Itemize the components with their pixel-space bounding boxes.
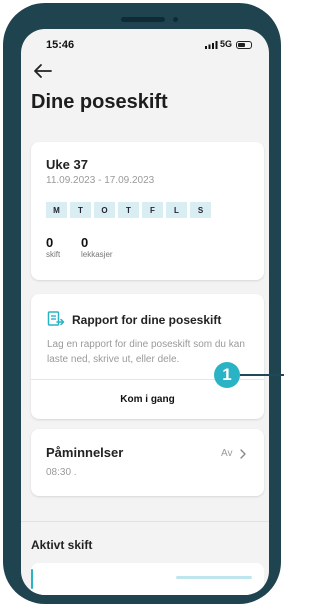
phone-speaker: [121, 17, 165, 22]
day-chip-friday: F: [142, 202, 163, 218]
day-chip-monday: M: [46, 202, 67, 218]
callout-badge: 1: [214, 362, 240, 388]
phone-camera: [173, 17, 178, 22]
network-label: 5G: [220, 39, 233, 49]
leaks-count: 0: [81, 235, 89, 250]
leaks-label: lekkasjer: [81, 250, 113, 259]
section-divider: [21, 521, 269, 522]
chevron-right-icon: [240, 449, 246, 459]
battery-level: [238, 43, 245, 47]
signal-icon: [205, 41, 218, 49]
back-arrow-icon[interactable]: [31, 61, 55, 81]
reminder-status: Av: [221, 448, 233, 459]
day-chip-sunday: S: [190, 202, 211, 218]
shifts-count: 0: [46, 235, 54, 250]
reminder-time: 08:30 .: [46, 467, 77, 478]
report-title: Rapport for dine poseskift: [72, 313, 222, 327]
battery-icon: [236, 41, 252, 49]
shifts-label: skift: [46, 250, 61, 259]
active-shift-bar: [176, 576, 252, 579]
week-title: Uke 37: [46, 157, 88, 172]
shifts-stat: 0 skift: [46, 235, 60, 259]
active-shift-card[interactable]: [31, 563, 264, 595]
status-time: 15:46: [46, 39, 75, 51]
day-row: M T O T F L S: [46, 202, 211, 218]
active-shift-title: Aktivt skift: [31, 538, 93, 552]
leaks-stat: 0 lekkasjer: [81, 235, 113, 259]
status-bar: 15:46 5G: [21, 29, 269, 61]
day-chip-saturday: L: [166, 202, 187, 218]
phone-frame: 15:46 5G Dine poseskift Uke 37 11.09.202…: [3, 3, 281, 604]
week-card[interactable]: Uke 37 11.09.2023 - 17.09.2023 M T O T F…: [31, 142, 264, 280]
reminders-card[interactable]: Påminnelser 08:30 . Av: [31, 429, 264, 496]
day-chip-tuesday: T: [70, 202, 91, 218]
report-icon: [47, 311, 65, 326]
callout-line: [240, 374, 284, 376]
week-dates: 11.09.2023 - 17.09.2023: [46, 175, 155, 186]
page-title: Dine poseskift: [31, 91, 168, 113]
active-shift-accent: [31, 569, 33, 589]
app-screen: 15:46 5G Dine poseskift Uke 37 11.09.202…: [21, 29, 269, 595]
day-chip-wednesday: O: [94, 202, 115, 218]
reminders-title: Påminnelser: [46, 445, 124, 460]
day-chip-thursday: T: [118, 202, 139, 218]
report-card: Rapport for dine poseskift Lag en rappor…: [31, 294, 264, 419]
